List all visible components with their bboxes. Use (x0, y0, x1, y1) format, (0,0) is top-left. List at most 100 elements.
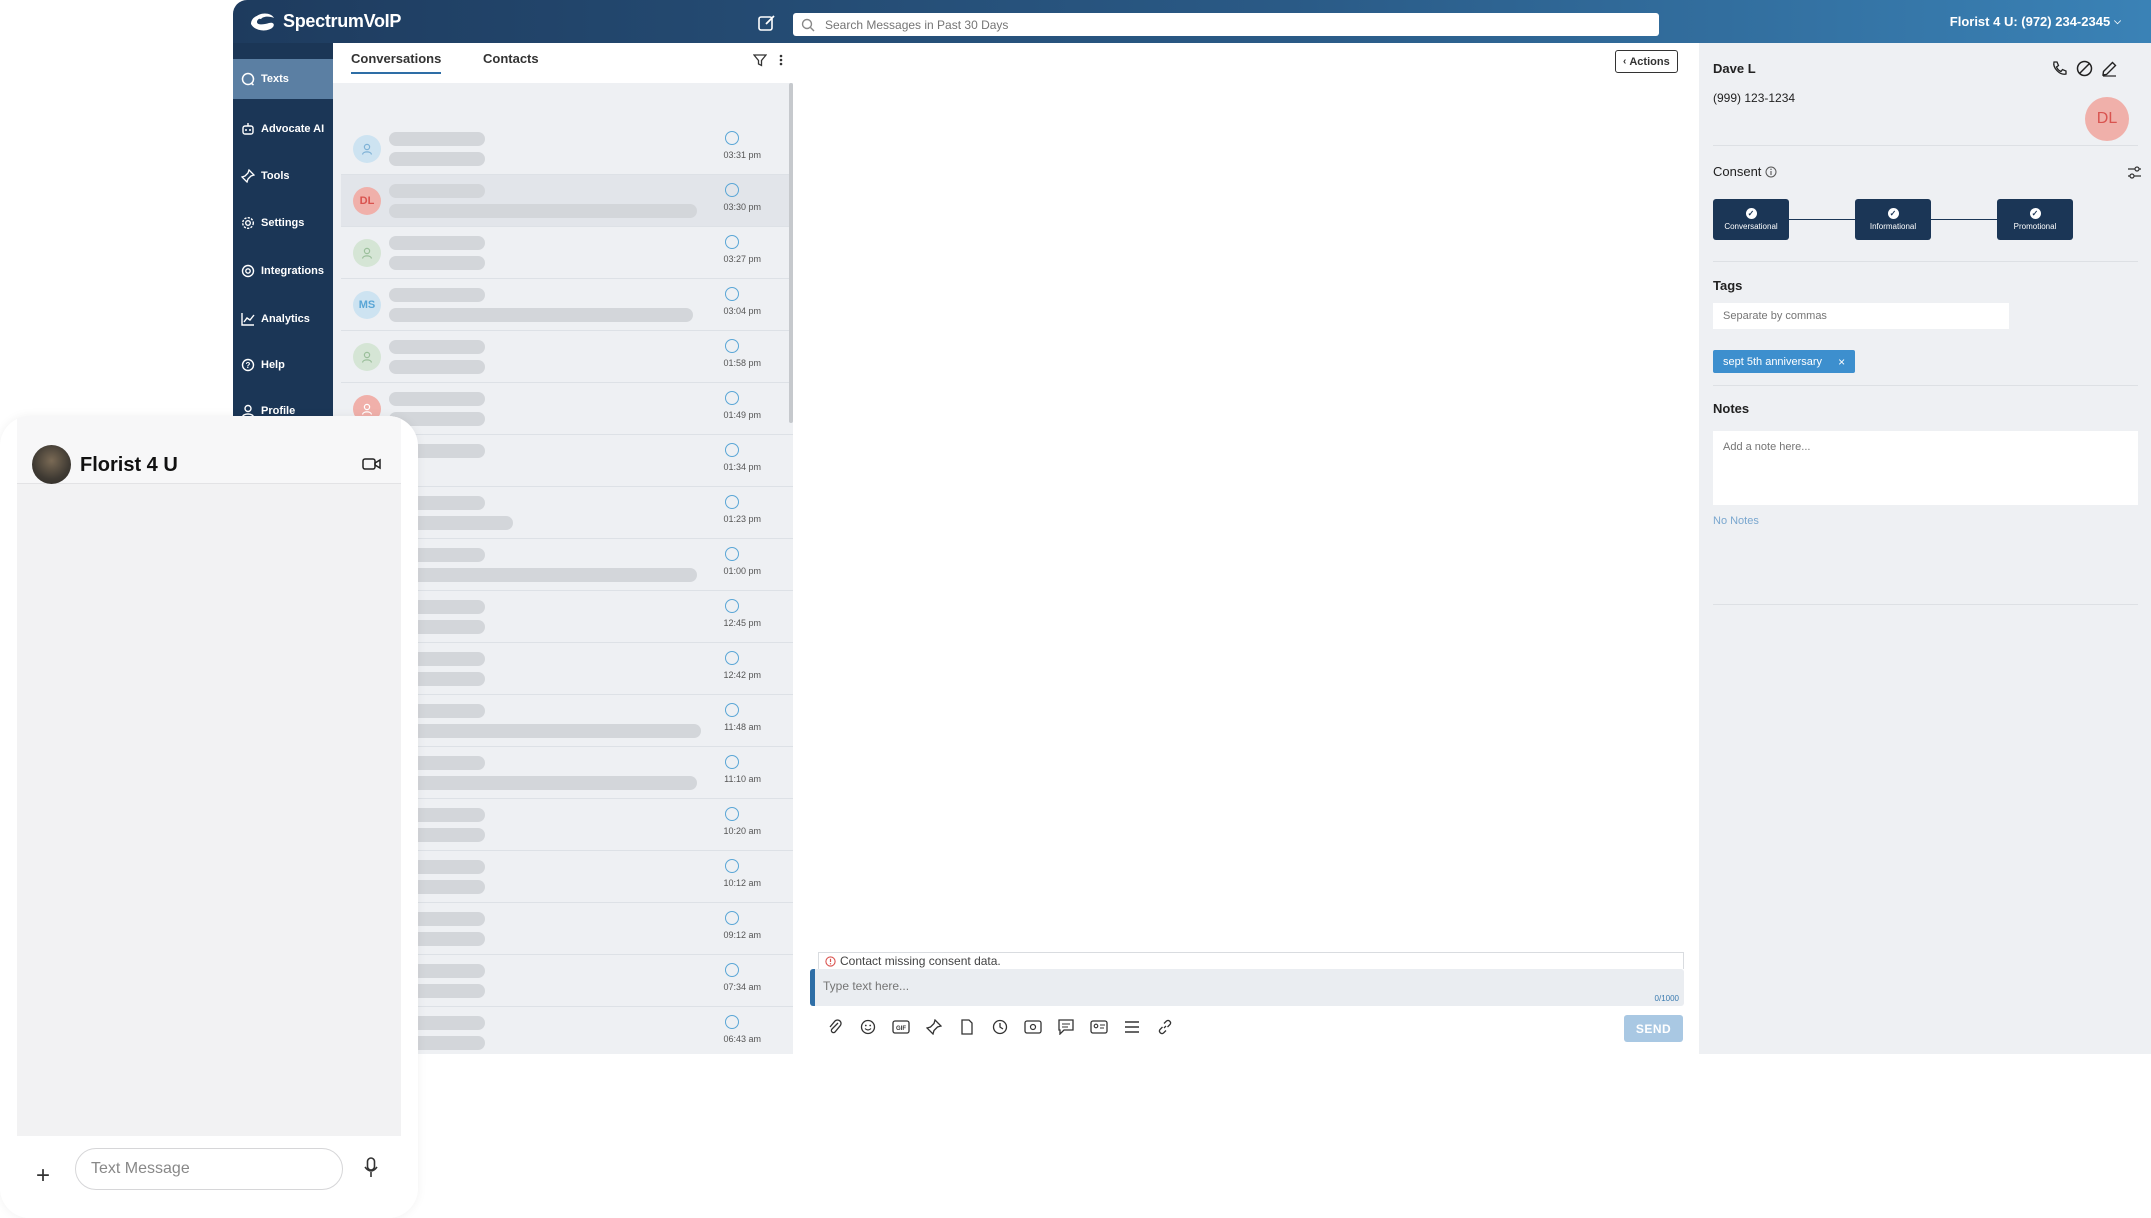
microphone-icon[interactable] (364, 1157, 378, 1179)
sidebar-item-label: Integrations (261, 265, 324, 277)
unread-indicator[interactable] (725, 339, 739, 353)
unread-indicator[interactable] (725, 703, 739, 717)
divider (1713, 261, 2138, 262)
unread-indicator[interactable] (725, 859, 739, 873)
document-icon[interactable] (957, 1017, 977, 1037)
edit-icon[interactable] (2101, 60, 2118, 77)
phone-contact-name: Florist 4 U (80, 454, 178, 476)
conversation-time: 01:34 pm (723, 462, 761, 472)
phone-contact-avatar[interactable] (32, 445, 71, 484)
sidebar-item-settings[interactable]: Settings (233, 203, 333, 243)
conversation-row[interactable]: 03:31 pm (341, 123, 793, 175)
sidebar-item-tools[interactable]: Tools (233, 156, 333, 196)
consent-settings-icon[interactable] (2127, 165, 2142, 180)
unread-indicator[interactable] (725, 547, 739, 561)
conversation-row[interactable]: MS 03:04 pm (341, 279, 793, 331)
link-icon[interactable] (1155, 1017, 1175, 1037)
consent-label: Promotional (2013, 222, 2057, 231)
contact-avatar: DL (2085, 97, 2129, 141)
unread-indicator[interactable] (725, 599, 739, 613)
video-call-icon[interactable] (362, 457, 382, 471)
help-icon: ? (241, 358, 255, 372)
unread-indicator[interactable] (725, 495, 739, 509)
loading-placeholder (389, 184, 485, 198)
unread-indicator[interactable] (725, 911, 739, 925)
more-options-icon[interactable] (779, 53, 783, 67)
conversation-scrollbar[interactable] (789, 83, 793, 423)
conversation-time: 10:20 am (723, 826, 761, 836)
consent-conversational[interactable]: ✓ Conversational (1713, 199, 1789, 240)
contact-phone: (999) 123-1234 (1713, 91, 1796, 105)
unread-indicator[interactable] (725, 235, 739, 249)
plus-icon[interactable]: + (36, 1162, 50, 1190)
search-input[interactable] (825, 17, 1605, 32)
unread-indicator[interactable] (725, 391, 739, 405)
paperclip-icon[interactable] (825, 1017, 845, 1037)
unread-indicator[interactable] (725, 755, 739, 769)
chevron-left-icon: ‹ (1623, 56, 1627, 67)
brand-logo[interactable]: SpectrumVoIP (247, 10, 401, 32)
unread-indicator[interactable] (725, 183, 739, 197)
integrations-icon (241, 264, 255, 278)
contact-initials-avatar: MS (353, 291, 381, 319)
tags-input[interactable] (1713, 303, 2009, 329)
sidebar-item-integrations[interactable]: Integrations (233, 251, 333, 291)
conversation-row[interactable]: DL 03:30 pm (341, 175, 793, 227)
sidebar-item-help[interactable]: ? Help (233, 345, 333, 385)
unread-indicator[interactable] (725, 963, 739, 977)
payment-icon[interactable] (1023, 1017, 1043, 1037)
actions-button[interactable]: ‹ Actions (1615, 50, 1678, 73)
contact-card-icon[interactable] (1089, 1017, 1109, 1037)
chevron-down-icon: ⌵ (2114, 16, 2121, 26)
send-button[interactable]: SEND (1624, 1015, 1683, 1042)
info-icon[interactable] (1765, 166, 1777, 178)
check-icon: ✓ (2029, 208, 2041, 219)
tab-contacts[interactable]: Contacts (483, 51, 539, 72)
unread-indicator[interactable] (725, 807, 739, 821)
list-icon[interactable] (1122, 1017, 1142, 1037)
sidebar-item-texts[interactable]: Texts (233, 59, 333, 99)
clock-icon[interactable] (990, 1017, 1010, 1037)
sidebar-item-advocate-ai[interactable]: Advocate AI (233, 109, 333, 149)
loading-placeholder (389, 236, 485, 250)
account-selector[interactable]: Florist 4 U: (972) 234-2345 ⌵ (1950, 14, 2121, 29)
notes-input[interactable] (1713, 431, 2138, 505)
contact-details-panel: Dave L (999) 123-1234 DL Consent ✓ Conve… (1699, 43, 2151, 1054)
consent-promotional[interactable]: ✓ Promotional (1997, 199, 2073, 240)
contact-initials-avatar: DL (353, 187, 381, 215)
conversation-time: 01:00 pm (723, 566, 761, 576)
conversation-row[interactable]: 01:58 pm (341, 331, 793, 383)
unread-indicator[interactable] (725, 1015, 739, 1029)
conversation-time: 03:30 pm (723, 202, 761, 212)
message-input[interactable] (823, 979, 1523, 993)
actions-label: Actions (1629, 55, 1670, 68)
sidebar-item-analytics[interactable]: Analytics (233, 299, 333, 339)
consent-label: Conversational (1724, 222, 1778, 231)
unread-indicator[interactable] (725, 651, 739, 665)
spectrum-logo-icon (251, 13, 274, 31)
consent-warning-text: Contact missing consent data. (840, 954, 1001, 968)
close-icon[interactable]: × (1838, 355, 1845, 369)
consent-informational[interactable]: ✓ Informational (1855, 199, 1931, 240)
search-bar[interactable] (793, 13, 1659, 36)
phone-icon[interactable] (2051, 60, 2068, 77)
compose-icon[interactable] (757, 13, 777, 33)
gif-icon[interactable]: GIF (891, 1017, 911, 1037)
block-icon[interactable] (2076, 60, 2093, 77)
filter-icon[interactable] (753, 53, 767, 67)
unread-indicator[interactable] (725, 287, 739, 301)
phone-text-message-input[interactable]: Text Message (75, 1148, 343, 1190)
tab-conversations[interactable]: Conversations (351, 51, 442, 74)
survey-icon[interactable] (1056, 1017, 1076, 1037)
no-notes-text: No Notes (1713, 515, 1759, 527)
conversation-row[interactable]: 03:27 pm (341, 227, 793, 279)
character-counter: 0/1000 (1654, 994, 1679, 1003)
pin-icon[interactable] (924, 1017, 944, 1037)
tag-chip[interactable]: sept 5th anniversary × (1713, 350, 1856, 373)
conversation-time: 01:49 pm (723, 410, 761, 420)
unread-indicator[interactable] (725, 131, 739, 145)
unread-indicator[interactable] (725, 443, 739, 457)
message-compose-box[interactable]: 0/1000 (810, 969, 1684, 1006)
consent-label: Informational (1869, 222, 1917, 231)
emoji-icon[interactable] (858, 1017, 878, 1037)
